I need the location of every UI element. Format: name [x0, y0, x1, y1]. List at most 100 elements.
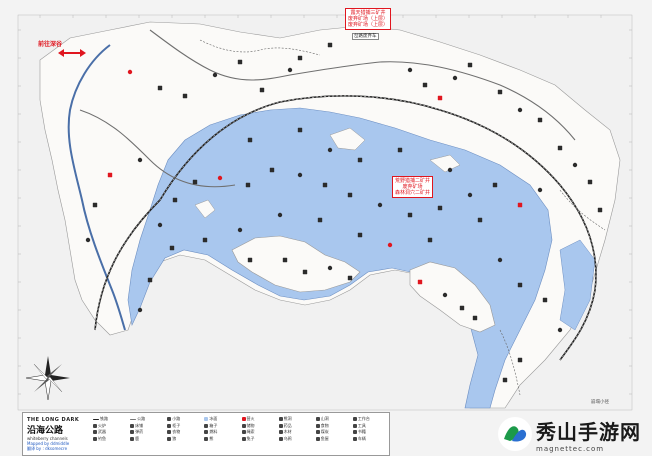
legend-symbol-icon	[241, 423, 246, 428]
poi-icon[interactable]	[137, 157, 143, 163]
poi-icon[interactable]	[472, 315, 478, 321]
poi-icon[interactable]	[269, 167, 275, 173]
poi-icon[interactable]	[212, 72, 218, 78]
poi-icon[interactable]	[322, 182, 328, 188]
cabin-icon[interactable]	[172, 197, 178, 203]
poi-icon[interactable]	[157, 85, 163, 91]
poi-icon[interactable]	[557, 327, 563, 333]
top-mine-label[interactable]: 露天猎捕三矿井 废弃矿场（上层） 废弃矿场（上层）	[345, 8, 392, 30]
legend-credits-2: 翻译 by : dksomecre	[27, 446, 68, 451]
cabin-icon[interactable]	[447, 167, 453, 173]
legend-symbol-icon	[130, 418, 137, 420]
center-mine-label[interactable]: 荒野猎捕二矿井 废弃矿场 森林洞穴二矿井	[392, 176, 434, 198]
fish-hut-icon[interactable]	[107, 172, 113, 178]
poi-icon[interactable]	[467, 192, 473, 198]
legend-item-label: 乌鸦	[283, 435, 292, 441]
poi-icon[interactable]	[169, 245, 175, 251]
map-canvas[interactable]: 前往深谷	[0, 0, 652, 456]
legend-item-label: 营火	[246, 416, 255, 422]
poi-icon[interactable]	[517, 202, 523, 208]
cabin-icon[interactable]	[537, 187, 543, 193]
poi-icon[interactable]	[397, 147, 403, 153]
fish-hut-icon[interactable]	[437, 205, 443, 211]
poi-icon[interactable]	[452, 75, 458, 81]
coastal-highway-map[interactable]: 前往深谷 露天猎捕三矿井 废弃矿场（上层） 废弃矿场（上层） 岔路废弃车 荒野猎…	[0, 0, 652, 456]
poi-icon[interactable]	[347, 275, 353, 281]
poi-icon[interactable]	[537, 117, 543, 123]
legend-item-label: 熊	[209, 435, 214, 441]
cabin-icon[interactable]	[517, 282, 523, 288]
poi-icon[interactable]	[497, 257, 503, 263]
fish-hut-icon[interactable]	[517, 107, 523, 113]
poi-icon[interactable]	[417, 279, 423, 285]
poi-icon[interactable]	[357, 232, 363, 238]
poi-icon[interactable]	[297, 127, 303, 133]
cabin-icon[interactable]	[297, 55, 303, 61]
cabin-icon[interactable]	[347, 192, 353, 198]
legend-item-label: 煤炭	[320, 429, 329, 435]
poi-icon[interactable]	[459, 305, 465, 311]
legend-item-label: 火炉	[98, 422, 106, 428]
poi-icon[interactable]	[327, 42, 333, 48]
poi-icon[interactable]	[572, 162, 578, 168]
legend-symbol-icon	[278, 430, 283, 435]
poi-icon[interactable]	[182, 93, 188, 99]
legend-item-label: 工作台	[357, 416, 370, 422]
poi-icon[interactable]	[192, 179, 198, 185]
poi-icon[interactable]	[502, 377, 508, 383]
fish-hut-icon[interactable]	[327, 147, 333, 153]
poi-icon[interactable]	[407, 212, 413, 218]
poi-icon[interactable]	[287, 67, 293, 73]
legend-item-label: 柜子	[172, 422, 181, 428]
top-cabin-label[interactable]: 岔路废弃车	[352, 33, 379, 40]
poi-icon[interactable]	[407, 67, 413, 73]
poi-icon[interactable]	[157, 222, 163, 228]
legend-item: 乌鸦	[278, 435, 314, 443]
poi-icon[interactable]	[387, 242, 393, 248]
legend-item-label: 熊洞	[283, 416, 292, 422]
cabin-icon[interactable]	[327, 265, 333, 271]
poi-icon[interactable]	[557, 145, 563, 151]
poi-icon[interactable]	[237, 59, 243, 65]
legend-item-label: 食物	[320, 422, 329, 428]
poi-icon[interactable]	[85, 237, 91, 243]
legend-item-label: 工具	[357, 422, 366, 428]
cabin-icon[interactable]	[247, 257, 253, 263]
poi-icon[interactable]	[377, 202, 383, 208]
poi-icon[interactable]	[147, 277, 153, 283]
poi-icon[interactable]	[492, 182, 498, 188]
fish-hut-icon[interactable]	[597, 207, 603, 213]
poi-icon[interactable]	[517, 357, 523, 363]
cabin-icon[interactable]	[92, 202, 98, 208]
fish-hut-icon[interactable]	[297, 172, 303, 178]
poi-icon[interactable]	[437, 95, 443, 101]
poi-icon[interactable]	[247, 137, 253, 143]
poi-icon[interactable]	[477, 217, 483, 223]
poi-icon[interactable]	[302, 269, 308, 275]
poi-icon[interactable]	[237, 227, 243, 233]
poi-icon[interactable]	[467, 62, 473, 68]
fish-hut-icon[interactable]	[282, 257, 288, 263]
poi-icon[interactable]	[245, 182, 251, 188]
poi-icon[interactable]	[277, 212, 283, 218]
cabin-icon[interactable]	[497, 89, 503, 95]
legend-symbol-icon	[93, 436, 97, 441]
legend-symbol-icon	[278, 417, 283, 422]
poi-icon[interactable]	[317, 217, 323, 223]
poi-icon[interactable]	[357, 157, 363, 163]
poi-icon[interactable]	[587, 179, 593, 185]
fish-hut-icon[interactable]	[442, 292, 448, 298]
legend-item-label: 鱼屋	[320, 435, 329, 441]
poi-icon[interactable]	[217, 175, 223, 181]
fish-hut-icon[interactable]	[422, 82, 428, 88]
legend-item-label: 武器	[98, 429, 106, 435]
fish-hut-icon[interactable]	[542, 297, 548, 303]
poi-icon[interactable]	[202, 237, 208, 243]
legend-symbol-icon	[278, 436, 283, 441]
legend-symbol-icon	[167, 417, 172, 422]
fish-hut-icon[interactable]	[259, 87, 265, 93]
cabin-icon[interactable]	[127, 69, 133, 75]
poi-icon[interactable]	[137, 307, 143, 313]
legend-symbol-icon	[204, 430, 209, 435]
fish-hut-icon[interactable]	[427, 237, 433, 243]
